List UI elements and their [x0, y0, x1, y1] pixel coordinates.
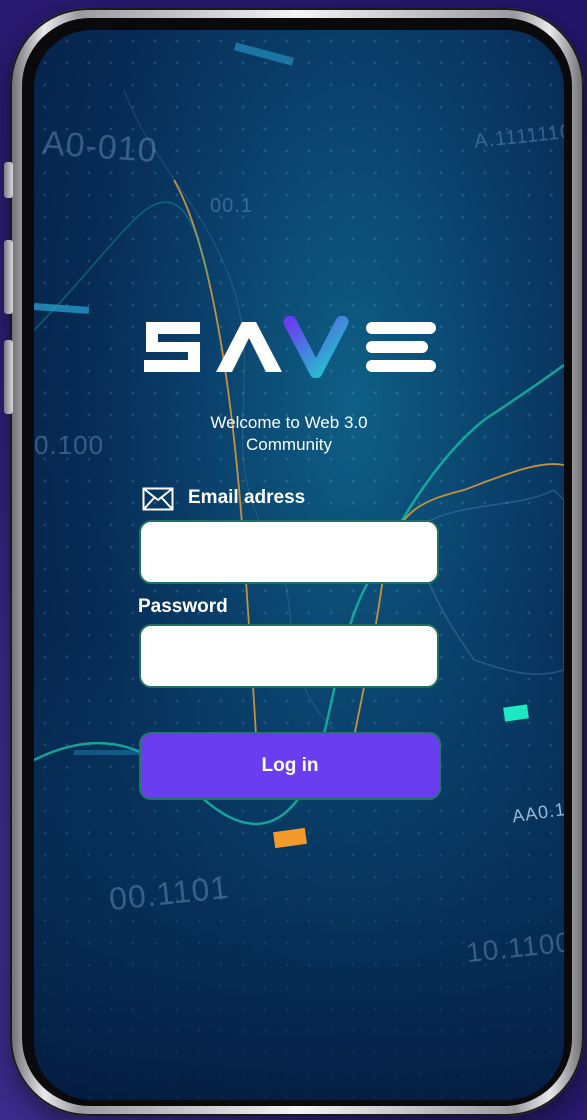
phone-volume-down-button: [4, 340, 13, 414]
password-label: Password: [138, 596, 228, 617]
envelope-icon: [142, 487, 174, 511]
email-label: Email adress: [188, 487, 306, 508]
phone-screen: A0-010 00.1 A.11111101 0.100 00.1101 AA0…: [34, 30, 564, 1100]
background-code-text: A0-010: [40, 124, 159, 170]
email-field[interactable]: [139, 520, 439, 584]
page-background: A0-010 00.1 A.11111101 0.100 00.1101 AA0…: [0, 0, 587, 1120]
welcome-message: Welcome to Web 3.0 Community: [174, 412, 404, 456]
password-field[interactable]: [139, 624, 439, 688]
welcome-line-1: Welcome to Web 3.0: [210, 413, 368, 432]
phone-mute-switch: [4, 162, 13, 198]
welcome-line-2: Community: [246, 435, 332, 454]
background-code-text: 0.100: [34, 430, 105, 460]
save-logo: [144, 316, 436, 378]
phone-volume-up-button: [4, 240, 13, 314]
background-code-text: 00.1: [210, 195, 253, 217]
login-button[interactable]: Log in: [139, 732, 441, 800]
